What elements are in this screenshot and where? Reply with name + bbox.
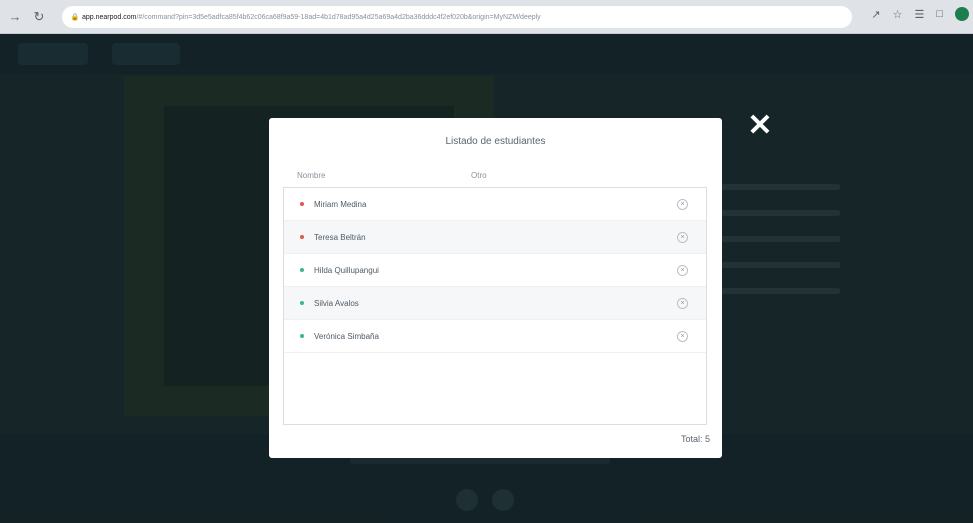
lock-icon: 🔒: [70, 14, 80, 21]
share-icon[interactable]: ↗: [871, 8, 880, 21]
list-item: Silvia Avalos ×: [284, 287, 706, 320]
status-dot: [300, 268, 304, 272]
browser-toolbar: → ↻ 🔒 app.nearpod.com /#/command?pin=3d5…: [0, 0, 973, 34]
student-name: Silvia Avalos: [314, 298, 359, 308]
column-header-other: Otro: [471, 171, 487, 180]
back-icon[interactable]: →: [6, 8, 24, 26]
list-item: Hilda Quillupangui ×: [284, 254, 706, 287]
remove-circle-icon[interactable]: ×: [677, 232, 688, 243]
list-item: Teresa Beltrán ×: [284, 221, 706, 254]
student-name: Miriam Medina: [314, 199, 367, 209]
list-item: Verónica Simbaña ×: [284, 320, 706, 353]
status-dot: [300, 301, 304, 305]
remove-circle-icon[interactable]: ×: [677, 199, 688, 210]
list-item: Miriam Medina ×: [284, 188, 706, 221]
remove-circle-icon[interactable]: ×: [677, 298, 688, 309]
students-list: Miriam Medina × Teresa Beltrán × Hilda Q…: [283, 187, 707, 425]
remove-circle-icon[interactable]: ×: [677, 265, 688, 276]
status-dot: [300, 202, 304, 206]
extensions-icon[interactable]: ☰: [914, 8, 924, 21]
profile-avatar[interactable]: [955, 7, 969, 21]
star-icon[interactable]: ☆: [893, 8, 903, 21]
student-name: Teresa Beltrán: [314, 232, 366, 242]
total-count: Total: 5: [680, 434, 710, 444]
url-path: /#/command?pin=3d5e5adfca85f4b62c06ca68f…: [136, 13, 541, 21]
student-name: Verónica Simbaña: [314, 331, 379, 341]
column-header-name: Nombre: [297, 171, 326, 180]
student-name: Hilda Quillupangui: [314, 265, 379, 275]
status-dot: [300, 235, 304, 239]
modal-title: Listado de estudiantes: [445, 136, 546, 147]
close-icon[interactable]: ✕: [746, 111, 774, 141]
remove-circle-icon[interactable]: ×: [677, 331, 688, 342]
status-dot: [300, 334, 304, 338]
url-host: app.nearpod.com: [82, 13, 137, 21]
address-bar[interactable]: 🔒 app.nearpod.com /#/command?pin=3d5e5ad…: [62, 6, 852, 28]
window-icon[interactable]: □: [936, 8, 943, 20]
students-list-modal: Listado de estudiantes Nombre Otro Miria…: [269, 118, 722, 458]
reload-icon[interactable]: ↻: [30, 8, 48, 26]
